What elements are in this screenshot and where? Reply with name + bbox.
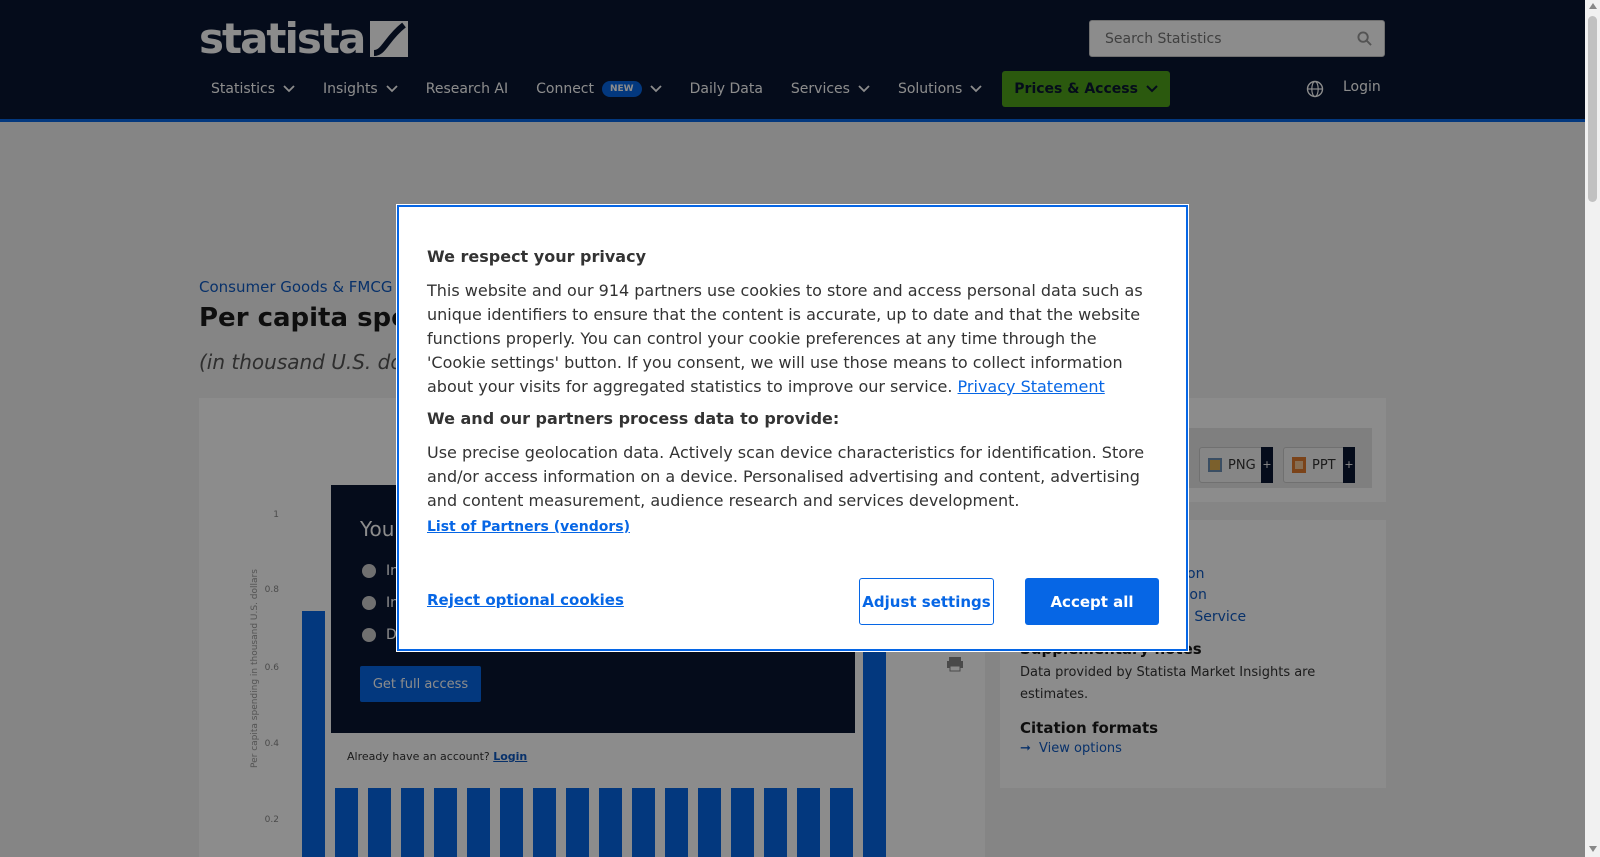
- scroll-up-arrow-icon[interactable]: [1589, 3, 1597, 9]
- reject-optional-cookies-link[interactable]: Reject optional cookies: [427, 591, 624, 609]
- accept-all-button[interactable]: Accept all: [1025, 578, 1159, 625]
- privacy-statement-link[interactable]: Privacy Statement: [958, 377, 1105, 396]
- list-of-partners-link[interactable]: List of Partners (vendors): [427, 519, 630, 535]
- adjust-settings-button[interactable]: Adjust settings: [859, 578, 994, 625]
- modal-body: This website and our 914 partners use co…: [427, 279, 1157, 399]
- modal-title: We respect your privacy: [427, 247, 647, 266]
- modal-purposes: Use precise geolocation data. Actively s…: [427, 443, 1145, 510]
- modal-subheading: We and our partners process data to prov…: [427, 409, 840, 428]
- cookie-consent-modal: We respect your privacy This website and…: [397, 205, 1188, 651]
- scroll-down-arrow-icon[interactable]: [1589, 846, 1597, 852]
- scroll-thumb[interactable]: [1588, 16, 1597, 202]
- page-scrollbar[interactable]: [1585, 0, 1600, 857]
